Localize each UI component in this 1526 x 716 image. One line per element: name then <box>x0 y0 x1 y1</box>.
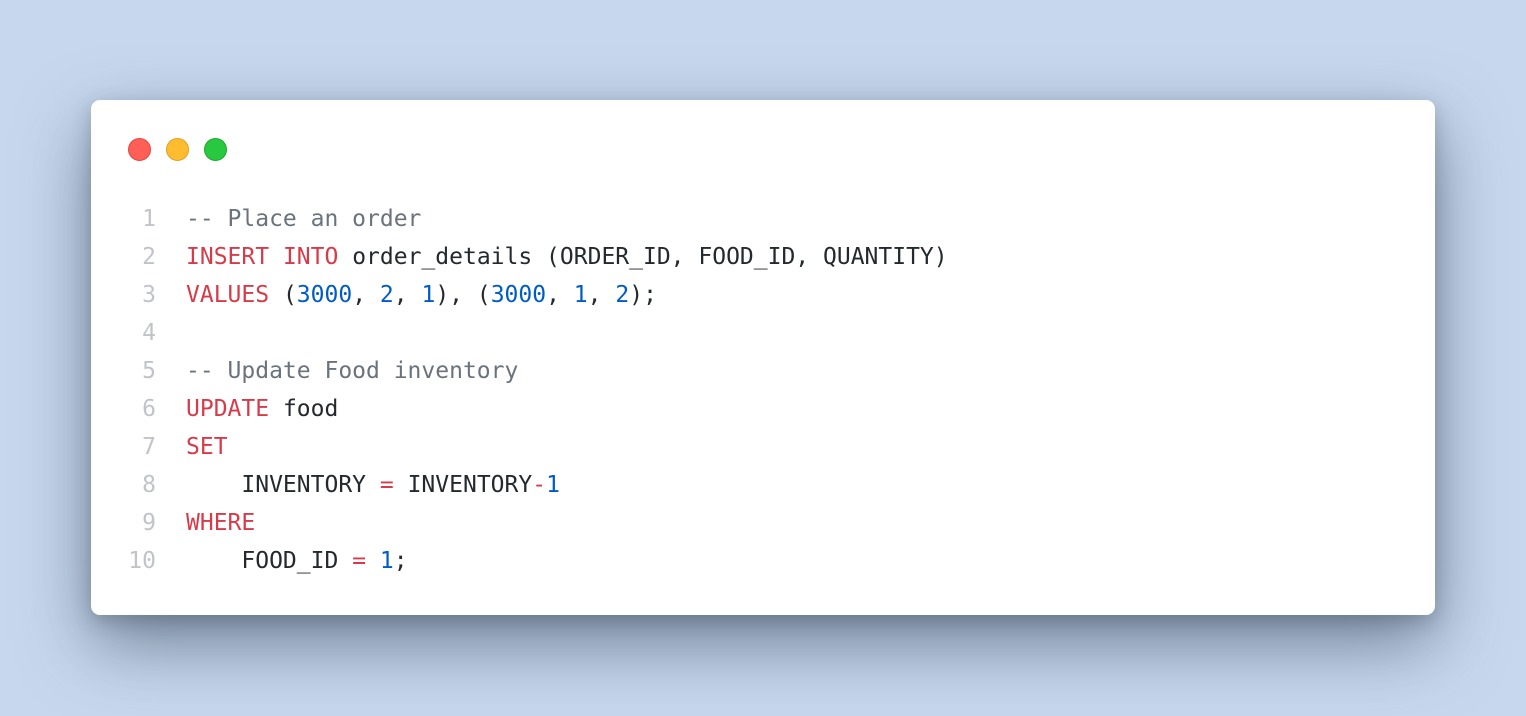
code-token-keyword: INSERT <box>186 244 270 270</box>
code-window: 1 -- Place an order 2 INSERT INTO order_det… <box>91 100 1435 615</box>
code-token-plain: , <box>546 282 574 308</box>
minimize-window-button[interactable] <box>166 138 189 161</box>
code-line: 3 VALUES (3000, 2, 1), (3000, 1, 2); <box>91 276 1435 314</box>
code-text: INVENTORY = INVENTORY-1 <box>186 466 560 504</box>
code-token-plain: FOOD_ID <box>186 548 353 574</box>
code-text: UPDATE food <box>186 390 338 428</box>
code-line: 10 FOOD_ID = 1; <box>91 542 1435 580</box>
code-token-operator: - <box>532 472 547 498</box>
code-token-plain: , <box>352 282 380 308</box>
line-number: 6 <box>142 396 156 422</box>
line-number: 7 <box>142 434 156 460</box>
code-token-operator: = <box>352 548 367 574</box>
code-line: 7 SET <box>91 428 1435 466</box>
line-number: 8 <box>142 472 156 498</box>
code-token-operator: = <box>379 472 394 498</box>
code-token-plain: INVENTORY <box>186 472 380 498</box>
code-token-keyword: VALUES <box>186 282 270 308</box>
line-number: 2 <box>142 244 156 270</box>
code-token-plain: ); <box>629 282 657 308</box>
code-token-comment: -- Place an order <box>186 206 422 232</box>
code-token-plain: ( <box>269 282 297 308</box>
code-token-keyword: INTO <box>282 244 339 270</box>
code-token-plain: INVENTORY <box>393 472 533 498</box>
code-token-plain: ; <box>393 548 408 574</box>
close-window-button[interactable] <box>128 138 151 161</box>
code-token-plain: ), ( <box>435 282 491 308</box>
code-line: 1 -- Place an order <box>91 200 1435 238</box>
code-line: 4 <box>91 314 1435 352</box>
line-number: 5 <box>142 358 156 384</box>
code-text: -- Place an order <box>186 200 421 238</box>
code-line: 8 INVENTORY = INVENTORY-1 <box>91 466 1435 504</box>
window-controls <box>128 138 227 161</box>
line-number: 4 <box>142 320 156 346</box>
code-token-number: 2 <box>615 282 630 308</box>
line-number: 1 <box>142 206 156 232</box>
code-token-plain: , <box>393 282 422 308</box>
line-number: 9 <box>142 510 156 536</box>
code-text: -- Update Food inventory <box>186 352 518 390</box>
code-text: FOOD_ID = 1; <box>186 542 408 580</box>
code-token-plain: order_details (ORDER_ID, FOOD_ID, QUANTI… <box>338 244 948 270</box>
code-token-number: 1 <box>379 548 394 574</box>
code-line: 6 UPDATE food <box>91 390 1435 428</box>
code-token-number: 2 <box>379 282 394 308</box>
code-token-number: 3000 <box>490 282 547 308</box>
code-block: 1 -- Place an order 2 INSERT INTO order_det… <box>91 200 1435 580</box>
code-token-number: 3000 <box>296 282 353 308</box>
code-text: WHERE <box>186 504 255 542</box>
code-token-keyword: UPDATE <box>186 396 270 422</box>
zoom-window-button[interactable] <box>204 138 227 161</box>
code-text: INSERT INTO order_details (ORDER_ID, FOO… <box>186 238 948 276</box>
code-text: VALUES (3000, 2, 1), (3000, 1, 2); <box>186 276 657 314</box>
code-token-number: 1 <box>546 472 560 498</box>
code-line: 2 INSERT INTO order_details (ORDER_ID, FO… <box>91 238 1435 276</box>
code-token-plain: , <box>587 282 616 308</box>
code-token-number: 1 <box>421 282 436 308</box>
code-line: 5 -- Update Food inventory <box>91 352 1435 390</box>
code-token-keyword: SET <box>186 434 228 460</box>
code-token-plain: food <box>269 396 339 422</box>
code-token-number: 1 <box>573 282 588 308</box>
code-token-comment: -- Update Food inventory <box>186 358 519 384</box>
code-line: 9 WHERE <box>91 504 1435 542</box>
line-number: 10 <box>128 548 156 574</box>
line-number: 3 <box>142 282 156 308</box>
code-text: SET <box>186 428 228 466</box>
code-token-keyword: WHERE <box>186 510 256 536</box>
